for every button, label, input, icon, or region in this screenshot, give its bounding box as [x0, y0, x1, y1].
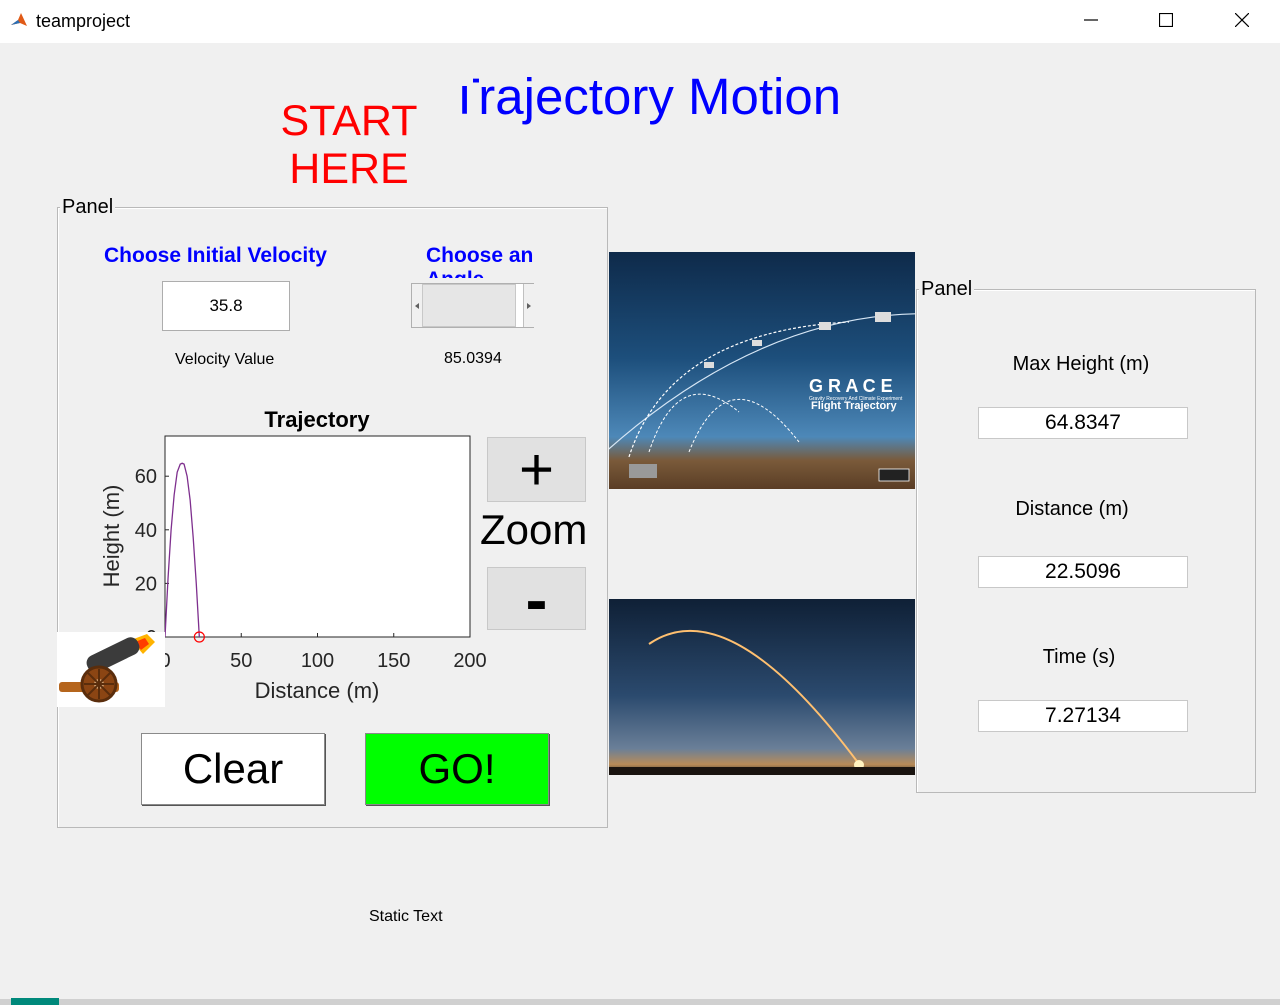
y-tick-label: 60	[135, 466, 157, 488]
grace-diagram	[609, 312, 915, 482]
time-value: 7.27134	[978, 700, 1188, 732]
y-axis-ticks: 0204060	[135, 466, 169, 649]
x-tick-label: 100	[301, 650, 334, 672]
taskbar-edge	[0, 999, 1280, 1005]
start-label-line2: HERE	[289, 145, 409, 193]
cannon-icon	[59, 634, 155, 703]
velocity-caption: Velocity Value	[175, 351, 275, 368]
go-button[interactable]: GO!	[365, 733, 549, 805]
distance-label: Distance (m)	[1015, 498, 1129, 520]
velocity-heading: Choose Initial Velocity	[104, 244, 327, 267]
velocity-input[interactable]	[162, 281, 290, 331]
maximize-icon	[1159, 13, 1173, 27]
minimize-button[interactable]	[1068, 0, 1114, 40]
launch-streak	[609, 629, 915, 775]
chevron-right-icon	[527, 302, 531, 309]
slider-right-arrow[interactable]	[523, 284, 534, 327]
x-axis-ticks: 0 50 100 150 200	[159, 633, 487, 672]
grace-trajectory-image: G R A C E Gravity Recovery And Climate E…	[609, 252, 915, 489]
angle-value: 85.0394	[444, 350, 502, 367]
angle-slider[interactable]	[411, 283, 534, 328]
matlab-app-icon	[9, 10, 29, 30]
cannon-image	[57, 632, 165, 707]
input-panel-label: Panel	[60, 196, 116, 219]
window-title: teamproject	[36, 11, 131, 31]
x-tick-label: 150	[377, 650, 410, 672]
rocket-launch-photo	[609, 599, 915, 775]
page-title: Trajectory Motion	[449, 68, 842, 125]
start-label-line1: START	[280, 97, 418, 145]
results-panel-label: Panel	[919, 278, 975, 301]
start-here-label: START HERE	[266, 97, 432, 193]
y-tick-label: 40	[135, 520, 157, 542]
x-tick-label: 50	[230, 650, 252, 672]
angle-heading: Choose an Angle	[426, 244, 534, 278]
zoom-in-button[interactable]: +	[487, 437, 586, 502]
static-text: Static Text	[369, 908, 443, 925]
taskbar-app-tile	[11, 998, 59, 1005]
plot-area	[164, 435, 471, 638]
grace-subtitle: Flight Trajectory	[811, 400, 897, 412]
close-icon	[1235, 13, 1249, 27]
max-height-value: 64.8347	[978, 407, 1188, 439]
chevron-left-icon	[415, 302, 419, 309]
time-label: Time (s)	[1042, 646, 1116, 668]
y-tick-label: 20	[135, 573, 157, 595]
minimize-icon	[1084, 19, 1098, 21]
distance-value: 22.5096	[978, 556, 1188, 588]
clear-button[interactable]: Clear	[141, 733, 325, 805]
y-axis-label: Height (m)	[99, 485, 124, 588]
max-height-label: Max Height (m)	[1012, 353, 1150, 375]
x-axis-label: Distance (m)	[255, 678, 380, 703]
zoom-out-button[interactable]: -	[487, 566, 586, 632]
grace-title: G R A C E	[809, 376, 893, 396]
title-overlap-mask	[449, 66, 473, 86]
x-tick-label: 200	[453, 650, 486, 672]
maximize-button[interactable]	[1143, 0, 1189, 40]
chart-title: Trajectory	[264, 407, 370, 432]
zoom-label: Zoom	[480, 506, 588, 553]
close-button[interactable]	[1219, 0, 1265, 40]
slider-thumb[interactable]	[422, 284, 516, 327]
